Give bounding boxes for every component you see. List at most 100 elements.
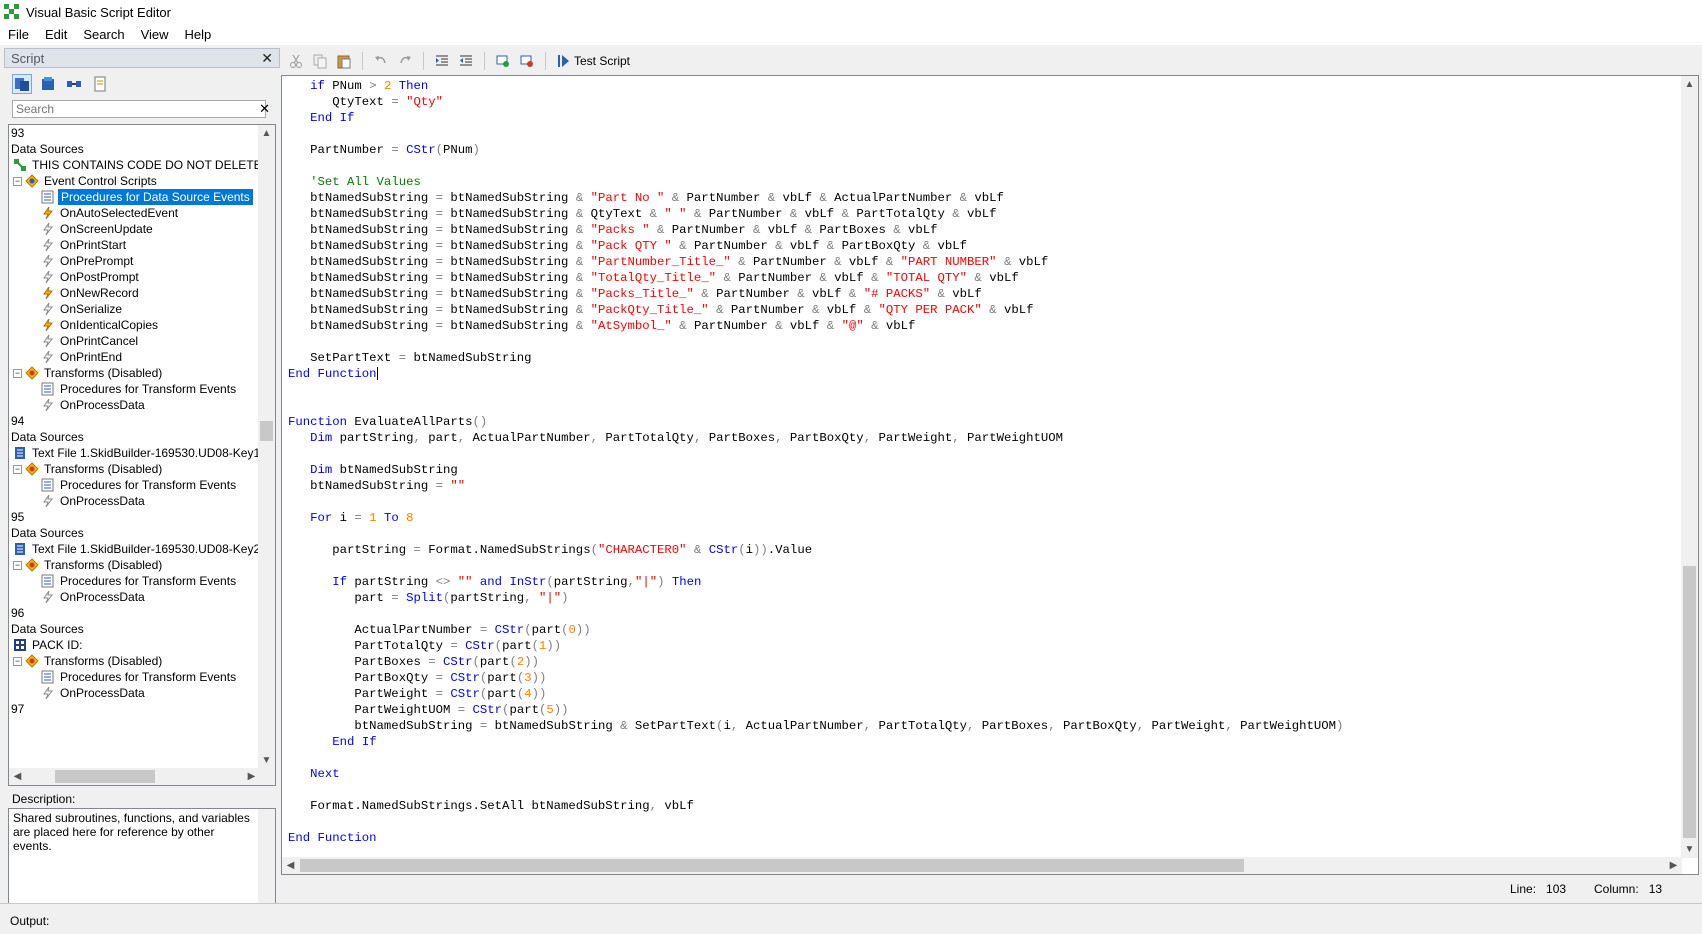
tree-node[interactable]: OnScreenUpdate: [9, 221, 259, 237]
menu-view[interactable]: View: [141, 27, 169, 42]
code-line[interactable]: btNamedSubString = btNamedSubString & "P…: [288, 254, 1674, 270]
tree-horizontal-scroll-thumb[interactable]: [55, 770, 155, 783]
tree-node[interactable]: Procedures for Transform Events: [9, 669, 259, 685]
code-line[interactable]: 'Set All Values: [288, 174, 1674, 190]
close-panel-icon[interactable]: ✕: [261, 50, 273, 67]
tree-node[interactable]: Text File 1.SkidBuilder-169530.UD08-Key1: [9, 445, 259, 461]
tree-node[interactable]: OnSerialize: [9, 301, 259, 317]
menu-edit[interactable]: Edit: [45, 27, 67, 42]
code-line[interactable]: End If: [288, 110, 1674, 126]
tree-node[interactable]: OnIdenticalCopies: [9, 317, 259, 333]
code-line[interactable]: [288, 334, 1674, 350]
code-line[interactable]: part = Split(partString, "|"): [288, 590, 1674, 606]
copy-icon[interactable]: [310, 51, 330, 71]
code-line[interactable]: [288, 126, 1674, 142]
code-line[interactable]: btNamedSubString = btNamedSubString & "P…: [288, 222, 1674, 238]
code-horizontal-scrollbar[interactable]: ◀ ▶: [282, 857, 1682, 874]
code-line[interactable]: [288, 158, 1674, 174]
tree-node[interactable]: OnPrintStart: [9, 237, 259, 253]
indent-icon[interactable]: [432, 51, 452, 71]
tree-node[interactable]: OnAutoSelectedEvent: [9, 205, 259, 221]
tree-node[interactable]: OnPrintEnd: [9, 349, 259, 365]
collapse-icon[interactable]: −: [13, 560, 22, 570]
collapse-icon[interactable]: −: [13, 368, 22, 378]
menu-file[interactable]: File: [8, 27, 29, 42]
code-line[interactable]: btNamedSubString = btNamedSubString & "P…: [288, 190, 1674, 206]
clear-search-icon[interactable]: ✕: [259, 101, 270, 117]
code-line[interactable]: ActualPartNumber = CStr(part(0)): [288, 622, 1674, 638]
tree-node[interactable]: Procedures for Transform Events: [9, 477, 259, 493]
code-line[interactable]: btNamedSubString = btNamedSubString & "P…: [288, 238, 1674, 254]
code-line[interactable]: btNamedSubString = "": [288, 478, 1674, 494]
paste-icon[interactable]: [334, 51, 354, 71]
tree-node[interactable]: − Transforms (Disabled): [9, 365, 259, 381]
code-scroll-down-icon[interactable]: ▼: [1681, 841, 1698, 858]
code-horizontal-scroll-thumb[interactable]: [300, 859, 1244, 872]
code-line[interactable]: [288, 446, 1674, 462]
code-line[interactable]: [288, 382, 1674, 398]
code-scroll-right-icon[interactable]: ▶: [1665, 857, 1682, 874]
tree-node[interactable]: OnPrintCancel: [9, 333, 259, 349]
tree-node[interactable]: OnProcessData: [9, 397, 259, 413]
tree-node[interactable]: OnProcessData: [9, 493, 259, 509]
code-line[interactable]: if PNum > 2 Then: [288, 78, 1674, 94]
undo-icon[interactable]: [371, 51, 391, 71]
code-line[interactable]: QtyText = "Qty": [288, 94, 1674, 110]
code-line[interactable]: [288, 494, 1674, 510]
tree-vertical-scrollbar[interactable]: ▲ ▼: [258, 125, 275, 769]
collapse-icon[interactable]: −: [13, 656, 22, 666]
uncomment-icon[interactable]: [517, 51, 537, 71]
code-line[interactable]: Format.NamedSubStrings.SetAll btNamedSub…: [288, 798, 1674, 814]
tree-node[interactable]: Procedures for Data Source Events: [9, 189, 259, 205]
comment-icon[interactable]: [493, 51, 513, 71]
cut-icon[interactable]: [286, 51, 306, 71]
code-line[interactable]: [288, 782, 1674, 798]
code-line[interactable]: PartNumber = CStr(PNum): [288, 142, 1674, 158]
tree-vertical-scroll-thumb[interactable]: [260, 421, 273, 441]
code-line[interactable]: End Function: [288, 366, 1674, 382]
code-scroll-up-icon[interactable]: ▲: [1681, 76, 1698, 93]
tree-node[interactable]: Procedures for Transform Events: [9, 381, 259, 397]
code-line[interactable]: [288, 750, 1674, 766]
code-scroll-left-icon[interactable]: ◀: [282, 857, 299, 874]
tree-node[interactable]: − Transforms (Disabled): [9, 461, 259, 477]
code-vertical-scrollbar[interactable]: ▲ ▼: [1681, 76, 1698, 858]
data-source-icon[interactable]: [38, 74, 58, 94]
outdent-icon[interactable]: [456, 51, 476, 71]
tree-node[interactable]: OnProcessData: [9, 589, 259, 605]
code-line[interactable]: If partString <> "" and InStr(partString…: [288, 574, 1674, 590]
code-line[interactable]: Dim btNamedSubString: [288, 462, 1674, 478]
tree-node[interactable]: OnPrePrompt: [9, 253, 259, 269]
code-editor[interactable]: if PNum > 2 Then QtyText = "Qty" End If …: [281, 75, 1699, 875]
tree-node[interactable]: − Transforms (Disabled): [9, 557, 259, 573]
code-line[interactable]: SetPartText = btNamedSubString: [288, 350, 1674, 366]
code-line[interactable]: btNamedSubString = btNamedSubString & "P…: [288, 286, 1674, 302]
code-line[interactable]: PartTotalQty = CStr(part(1)): [288, 638, 1674, 654]
code-line[interactable]: btNamedSubString = btNamedSubString & "A…: [288, 318, 1674, 334]
code-line[interactable]: [288, 398, 1674, 414]
code-line[interactable]: Function EvaluateAllParts(): [288, 414, 1674, 430]
code-line[interactable]: [288, 814, 1674, 830]
tree-node[interactable]: OnNewRecord: [9, 285, 259, 301]
tree-node[interactable]: − Event Control Scripts: [9, 173, 259, 189]
code-line[interactable]: btNamedSubString = btNamedSubString & Qt…: [288, 206, 1674, 222]
code-line[interactable]: [288, 558, 1674, 574]
document-icon[interactable]: [90, 74, 110, 94]
redo-icon[interactable]: [395, 51, 415, 71]
tree-node[interactable]: − Transforms (Disabled): [9, 653, 259, 669]
view-scripts-icon[interactable]: [12, 74, 32, 94]
code-line[interactable]: [288, 526, 1674, 542]
tree-node[interactable]: Text File 1.SkidBuilder-169530.UD08-Key2: [9, 541, 259, 557]
search-input[interactable]: [12, 100, 266, 118]
scroll-down-icon[interactable]: ▼: [258, 752, 275, 769]
code-line[interactable]: PartWeightUOM = CStr(part(5)): [288, 702, 1674, 718]
code-text-area[interactable]: if PNum > 2 Then QtyText = "Qty" End If …: [288, 78, 1674, 856]
tree-node[interactable]: THIS CONTAINS CODE DO NOT DELETE IT: [9, 157, 259, 173]
code-line[interactable]: End Function: [288, 830, 1674, 846]
collapse-icon[interactable]: −: [13, 464, 22, 474]
tree-node[interactable]: OnProcessData: [9, 685, 259, 701]
code-line[interactable]: btNamedSubString = btNamedSubString & Se…: [288, 718, 1674, 734]
tree-node[interactable]: PACK ID:: [9, 637, 259, 653]
menu-help[interactable]: Help: [185, 27, 212, 42]
code-vertical-scroll-thumb[interactable]: [1683, 566, 1696, 838]
